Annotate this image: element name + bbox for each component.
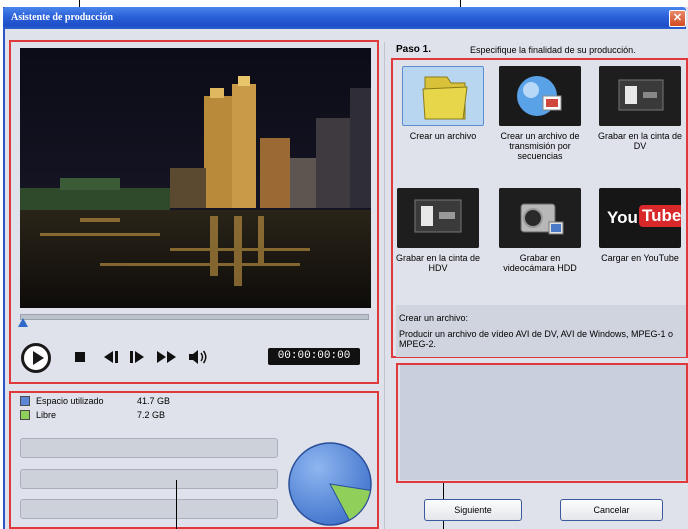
video-preview [20, 48, 371, 308]
step-description: Especifique la finalidad de su producció… [470, 45, 636, 55]
window-title: Asistente de producción [11, 12, 114, 23]
night-city-image [20, 48, 371, 308]
seek-handle[interactable] [18, 318, 28, 327]
free-space-label: Libre [36, 410, 57, 420]
pane-separator [384, 42, 385, 529]
previous-frame-icon[interactable] [102, 350, 120, 364]
play-button[interactable] [21, 343, 51, 373]
streaming-globe-icon [499, 66, 581, 126]
title-bar: Asistente de producción ✕ [3, 7, 686, 29]
free-space-swatch [20, 410, 30, 420]
dv-tape-icon [599, 66, 681, 126]
fast-forward-icon[interactable] [156, 350, 178, 364]
option-label: Grabar en videocámara HDD [503, 253, 577, 273]
settings-panel [400, 365, 686, 480]
option-label: Grabar en la cinta de DV [597, 131, 683, 151]
folder-icon [402, 66, 484, 126]
option-label: Grabar en la cinta de HDV [395, 253, 481, 273]
close-button[interactable]: ✕ [669, 10, 686, 27]
step-label: Paso 1. [396, 44, 432, 55]
option-label: Crear un archivo de transmisión por secu… [500, 131, 580, 161]
free-space-value: 7.2 GB [137, 410, 166, 420]
cancel-button[interactable]: Cancelar [560, 499, 663, 521]
option-description-title: Crear un archivo: [399, 313, 469, 323]
option-description-text: Producir un archivo de vídeo AVI de DV, … [399, 329, 673, 349]
seek-bar[interactable] [20, 314, 369, 320]
volume-icon[interactable] [188, 350, 208, 364]
annotation-line [176, 480, 177, 529]
used-space-label: Espacio utilizado [36, 396, 104, 406]
next-button[interactable]: Siguiente [424, 499, 522, 521]
next-frame-icon[interactable] [128, 350, 146, 364]
youtube-tube-text: Tube [639, 205, 681, 227]
hdv-tape-icon [397, 188, 479, 248]
option-label: Cargar en YouTube [601, 253, 679, 263]
option-label: Crear un archivo [409, 131, 477, 141]
camcorder-icon [499, 188, 581, 248]
youtube-icon: You Tube [599, 188, 681, 248]
stop-icon[interactable] [74, 350, 86, 364]
used-space-swatch [20, 396, 30, 406]
disk-usage-pie-chart [288, 442, 372, 526]
disk-bar-2 [20, 469, 278, 489]
disk-bar-1 [20, 438, 278, 458]
used-space-value: 41.7 GB [137, 396, 171, 406]
disk-bar-3 [20, 499, 278, 519]
timecode-display: 00:00:00:00 [268, 348, 360, 365]
youtube-you-text: You [607, 208, 638, 227]
